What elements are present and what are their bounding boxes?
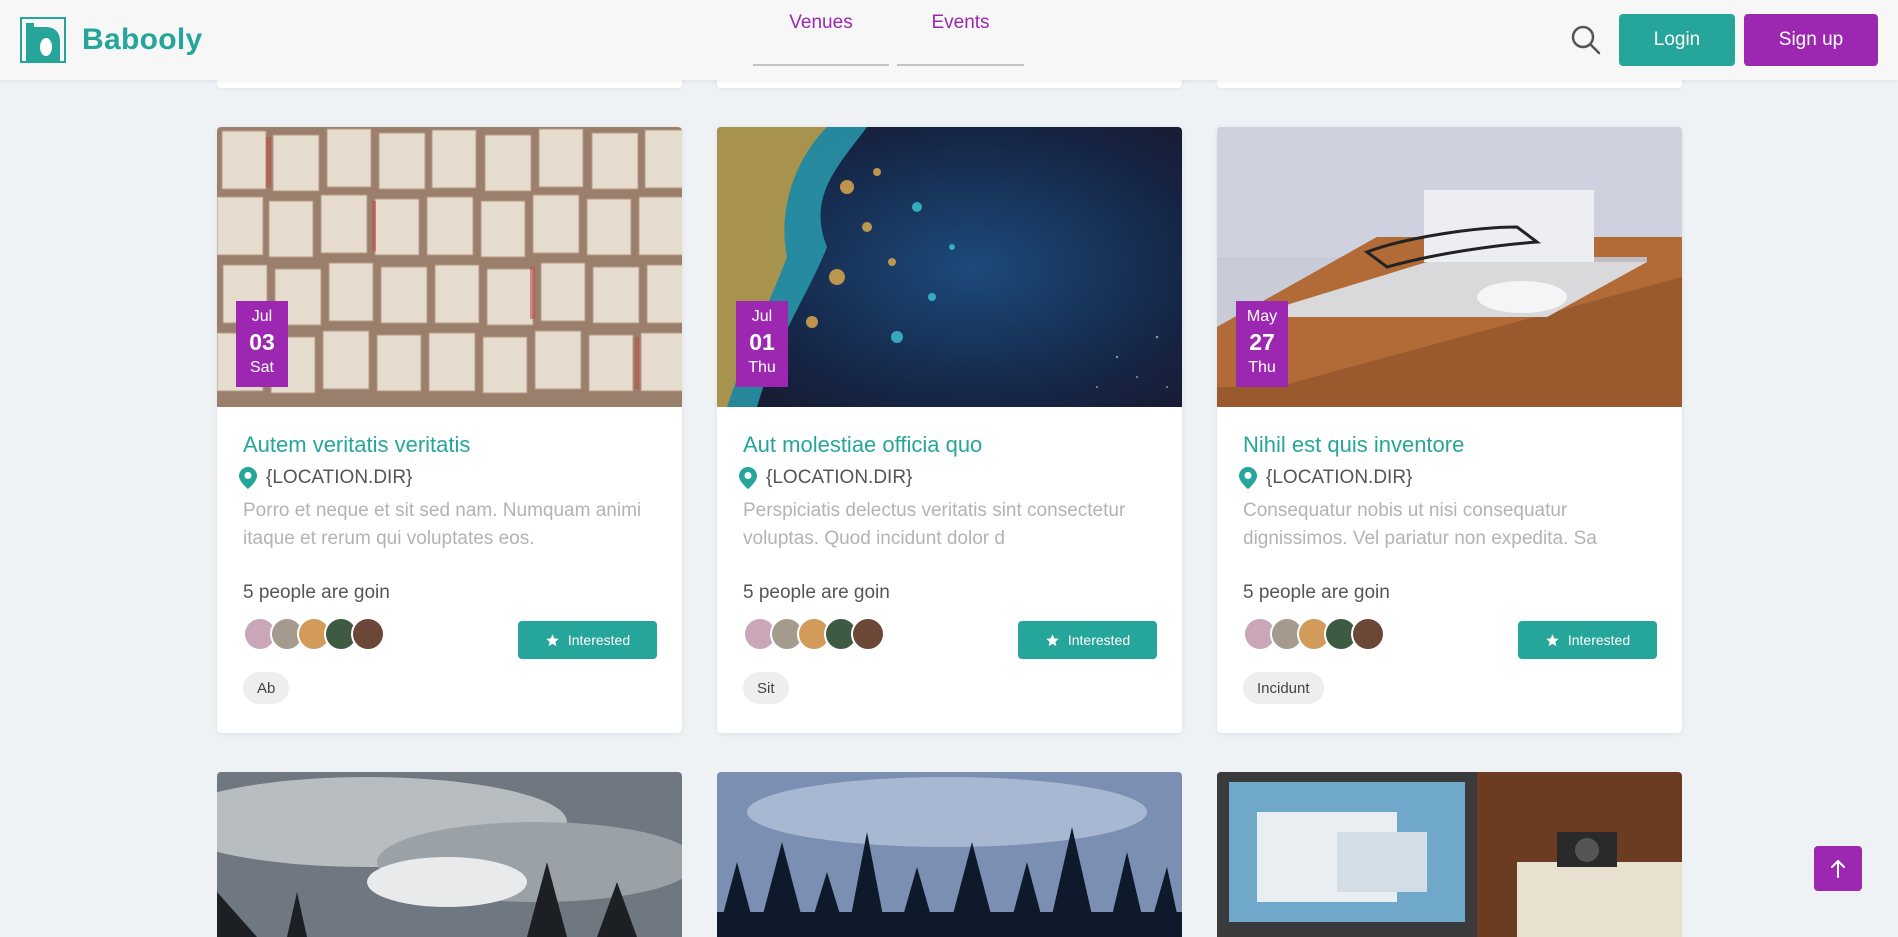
- event-card-partial[interactable]: [217, 772, 682, 937]
- event-description: Consequatur nobis ut nisi consequatur di…: [1243, 500, 1597, 549]
- event-tag[interactable]: Ab: [243, 672, 290, 704]
- star-icon: [546, 633, 559, 646]
- brand-logo[interactable]: Babooly: [20, 17, 202, 63]
- event-date-badge: Jul 01 Thu: [736, 301, 788, 387]
- event-description: Perspiciatis delectus veritatis sint con…: [743, 500, 1126, 549]
- event-title[interactable]: Nihil est quis inventore: [1243, 432, 1464, 458]
- logo-icon: [20, 17, 66, 63]
- event-day: 01: [749, 329, 775, 355]
- avatar: [351, 617, 385, 651]
- event-date-badge: Jul 03 Sat: [236, 301, 288, 387]
- event-card[interactable]: May 27 Thu Nihil est quis inventore {LOC…: [1217, 127, 1682, 733]
- event-image-laptop-desk: [1217, 772, 1682, 937]
- avatar: [851, 617, 885, 651]
- attendee-avatars: [1243, 617, 1385, 651]
- interested-label: Interested: [1067, 632, 1131, 648]
- main-nav: Venues Events: [753, 0, 1024, 80]
- event-title[interactable]: Autem veritatis veritatis: [243, 432, 470, 458]
- event-date-badge: May 27 Thu: [1236, 301, 1288, 387]
- avatar: [1351, 617, 1385, 651]
- map-pin-icon: [1239, 467, 1257, 489]
- interested-label: Interested: [1567, 632, 1631, 648]
- event-location-text: {LOCATION.DIR}: [766, 467, 913, 488]
- scroll-to-top-button[interactable]: [1814, 846, 1862, 891]
- event-location: {LOCATION.DIR}: [239, 467, 412, 489]
- map-pin-icon: [739, 467, 757, 489]
- event-month: Jul: [751, 308, 773, 325]
- event-image-pine-forest: [717, 772, 1182, 937]
- event-card-partial[interactable]: [717, 772, 1182, 937]
- event-image-cloudy-forest: [217, 772, 682, 937]
- signup-button[interactable]: Sign up: [1744, 14, 1878, 66]
- arrow-up-icon: [1831, 859, 1845, 878]
- event-tag[interactable]: Incidunt: [1243, 672, 1324, 704]
- login-button[interactable]: Login: [1619, 14, 1735, 66]
- event-month: May: [1246, 308, 1278, 325]
- nav-events[interactable]: Events: [897, 0, 1024, 66]
- star-icon: [1046, 633, 1059, 646]
- star-icon: [1546, 633, 1559, 646]
- top-navbar: Babooly Venues Events Login Sign up: [0, 0, 1898, 80]
- event-image-earth: Jul 01 Thu: [717, 127, 1182, 407]
- attendee-avatars: [243, 617, 385, 651]
- event-description: Porro et neque et sit sed nam. Numquam a…: [243, 500, 642, 549]
- interested-button[interactable]: Interested: [1518, 621, 1657, 659]
- event-location: {LOCATION.DIR}: [1239, 467, 1412, 489]
- interested-button[interactable]: Interested: [518, 621, 657, 659]
- event-card-partial[interactable]: [1217, 772, 1682, 937]
- event-image-books: Jul 03 Sat: [217, 127, 682, 407]
- event-tag[interactable]: Sit: [743, 672, 789, 704]
- brand-name: Babooly: [82, 23, 203, 56]
- event-weekday: Sat: [249, 359, 274, 376]
- search-icon[interactable]: [1570, 24, 1602, 56]
- event-location-text: {LOCATION.DIR}: [266, 467, 413, 488]
- event-location-text: {LOCATION.DIR}: [1266, 467, 1413, 488]
- event-location: {LOCATION.DIR}: [739, 467, 912, 489]
- event-card[interactable]: Jul 03 Sat Autem veritatis veritatis {LO…: [217, 127, 682, 733]
- event-month: Jul: [251, 308, 273, 325]
- attendee-avatars: [743, 617, 885, 651]
- map-pin-icon: [239, 467, 257, 489]
- interested-button[interactable]: Interested: [1018, 621, 1157, 659]
- nav-venues[interactable]: Venues: [753, 0, 889, 66]
- event-title[interactable]: Aut molestiae officia quo: [743, 432, 982, 458]
- attendee-count: 5 people are goin: [243, 582, 390, 603]
- event-card[interactable]: Jul 01 Thu Aut molestiae officia quo {LO…: [717, 127, 1182, 733]
- attendee-count: 5 people are goin: [1243, 582, 1390, 603]
- attendee-count: 5 people are goin: [743, 582, 890, 603]
- event-weekday: Thu: [1248, 359, 1276, 376]
- event-weekday: Thu: [748, 359, 776, 376]
- event-day: 27: [1249, 329, 1275, 355]
- event-image-laptop-glasses: May 27 Thu: [1217, 127, 1682, 407]
- interested-label: Interested: [567, 632, 631, 648]
- event-day: 03: [249, 329, 275, 355]
